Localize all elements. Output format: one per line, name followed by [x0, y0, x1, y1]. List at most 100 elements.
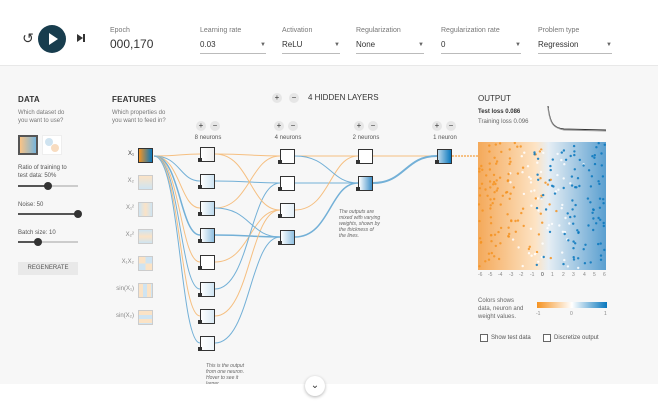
neuron-l4-1[interactable] — [435, 149, 452, 164]
output-heatmap[interactable] — [478, 142, 606, 270]
neuron-l1-6[interactable] — [198, 282, 215, 297]
data-point — [562, 149, 566, 152]
neuron-l1-1[interactable] — [198, 147, 215, 162]
data-point — [487, 258, 491, 261]
bias-handle[interactable] — [198, 185, 202, 189]
neuron-l1-7[interactable] — [198, 309, 215, 324]
regularization-select[interactable]: None ▼ — [356, 40, 424, 54]
data-point — [546, 227, 549, 230]
bias-handle[interactable] — [198, 293, 202, 297]
scroll-down-button[interactable]: ⌄ — [305, 376, 325, 396]
bias-handle[interactable] — [198, 347, 202, 351]
problem-type-select[interactable]: Regression ▼ — [538, 40, 612, 54]
data-point — [493, 255, 496, 258]
reg-rate-select[interactable]: 0 ▼ — [441, 40, 521, 54]
epoch-value: 000,170 — [110, 37, 154, 51]
learning-rate-select[interactable]: 0.03 ▼ — [200, 40, 266, 54]
activation-select[interactable]: ReLU ▼ — [282, 40, 340, 54]
link-line[interactable] — [214, 236, 281, 344]
discretize-output-checkbox[interactable] — [543, 334, 551, 342]
neuron-l1-2[interactable] — [198, 174, 215, 189]
data-point — [573, 168, 576, 171]
data-point — [535, 206, 539, 210]
layer2-add-neuron-button[interactable]: + — [274, 121, 284, 131]
data-point — [496, 187, 499, 190]
data-point — [522, 224, 525, 228]
data-point — [603, 248, 606, 252]
add-layer-button[interactable]: + — [272, 93, 282, 103]
link-line[interactable] — [153, 153, 201, 157]
training-loss: Training loss 0.096 — [478, 119, 529, 125]
bias-handle[interactable] — [198, 320, 202, 324]
remove-layer-button[interactable]: − — [289, 93, 299, 103]
neuron-l2-4[interactable] — [278, 230, 295, 245]
neuron-l3-2[interactable] — [356, 176, 373, 191]
bias-handle[interactable] — [198, 239, 202, 243]
show-test-data-checkbox[interactable] — [480, 334, 488, 342]
data-point — [574, 186, 577, 189]
data-point — [544, 181, 547, 184]
data-point — [506, 213, 509, 216]
neuron-l1-8[interactable] — [198, 336, 215, 351]
regularization-label: Regularization — [356, 27, 401, 34]
neuron-l1-4[interactable] — [198, 228, 215, 243]
bias-handle[interactable] — [198, 212, 202, 216]
reset-icon[interactable]: ↺ — [20, 30, 36, 46]
data-point — [574, 203, 577, 207]
play-button[interactable] — [38, 25, 66, 53]
layer3-neuron-count: 2 neurons — [352, 135, 380, 141]
data-point — [499, 242, 502, 245]
data-point — [544, 208, 548, 211]
layer4-remove-neuron-button[interactable]: − — [446, 121, 456, 131]
link-line[interactable] — [214, 209, 281, 317]
link-line[interactable] — [214, 180, 281, 184]
data-point — [509, 160, 512, 163]
data-point — [563, 163, 566, 166]
neuron-l3-1[interactable] — [356, 149, 373, 164]
data-point — [602, 202, 605, 205]
bias-handle[interactable] — [278, 187, 282, 191]
bias-handle[interactable] — [198, 266, 202, 270]
data-point — [560, 151, 563, 154]
neuron-l1-3[interactable] — [198, 201, 215, 216]
neuron-l2-2[interactable] — [278, 176, 295, 191]
layer1-remove-neuron-button[interactable]: − — [210, 121, 220, 131]
data-point — [602, 224, 605, 228]
data-point — [493, 233, 497, 236]
layer2-remove-neuron-button[interactable]: − — [288, 121, 298, 131]
bias-handle[interactable] — [278, 241, 282, 245]
data-point — [555, 209, 558, 213]
data-point — [490, 251, 493, 255]
bias-handle[interactable] — [435, 160, 439, 164]
learning-rate-value: 0.03 — [200, 40, 216, 49]
bias-handle[interactable] — [356, 160, 360, 164]
bias-handle[interactable] — [278, 160, 282, 164]
data-point — [521, 166, 525, 169]
x-tick: 2 — [562, 272, 565, 278]
reg-rate-value: 0 — [441, 40, 446, 49]
bias-handle[interactable] — [278, 214, 282, 218]
step-button[interactable] — [74, 31, 88, 45]
layer4-add-neuron-button[interactable]: + — [432, 121, 442, 131]
data-point — [539, 170, 543, 174]
layer1-add-neuron-button[interactable]: + — [196, 121, 206, 131]
data-point — [492, 183, 495, 186]
neuron-l1-5[interactable] — [198, 255, 215, 270]
link-line[interactable] — [153, 155, 201, 344]
x-tick: -5 — [488, 272, 493, 278]
neuron-l2-1[interactable] — [278, 149, 295, 164]
data-point — [495, 162, 498, 165]
layer3-remove-neuron-button[interactable]: − — [368, 121, 378, 131]
bias-handle[interactable] — [198, 158, 202, 162]
bias-handle[interactable] — [356, 187, 360, 191]
link-line[interactable] — [294, 155, 359, 184]
layer3-add-neuron-button[interactable]: + — [354, 121, 364, 131]
data-point — [507, 226, 510, 229]
x-tick: 0 — [541, 272, 544, 278]
data-point — [530, 204, 533, 207]
legend-line-3: weight values. — [478, 314, 517, 320]
activation-value: ReLU — [282, 40, 303, 49]
neuron-l2-3[interactable] — [278, 203, 295, 218]
link-line[interactable] — [372, 155, 438, 184]
data-point — [478, 187, 482, 190]
